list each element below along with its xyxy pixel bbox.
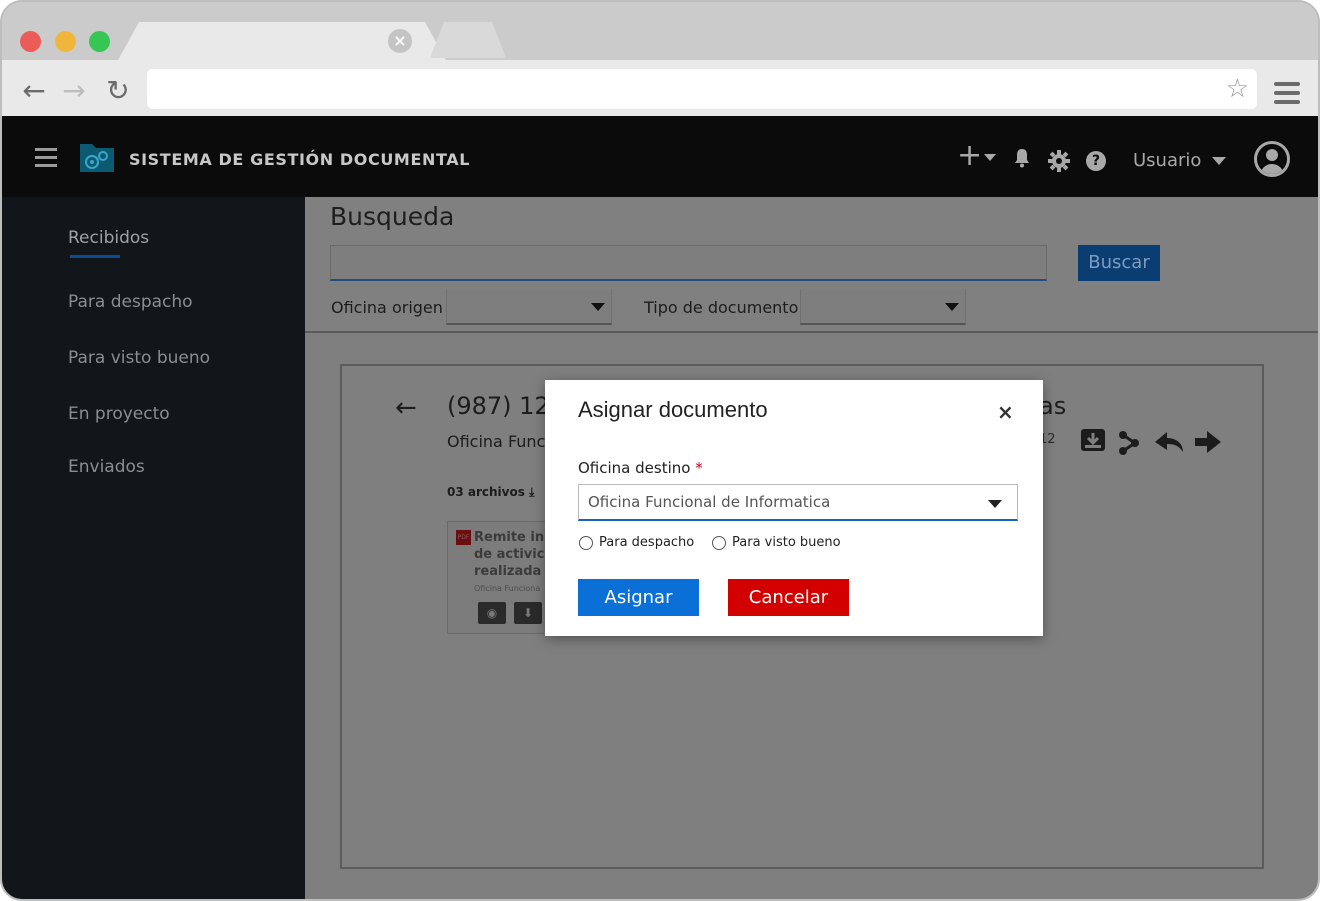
document-title: (987) 12: [447, 392, 550, 420]
active-tab-indicator: [70, 255, 120, 258]
forward-arrow-icon[interactable]: [1195, 431, 1221, 453]
user-menu-label[interactable]: Usuario: [1133, 150, 1201, 171]
chevron-down-icon: [945, 303, 959, 311]
archive-icon[interactable]: [1081, 429, 1105, 451]
chevron-down-icon: [988, 500, 1002, 508]
oficina-destino-value: Oficina Funcional de Informatica: [588, 493, 831, 511]
radio-label: Para despacho: [599, 535, 695, 550]
reload-icon[interactable]: ↻: [102, 75, 134, 107]
assign-document-modal: Asignar documento × Oficina destino * Of…: [545, 380, 1043, 636]
search-input[interactable]: [330, 245, 1047, 281]
minimize-window-button[interactable]: [55, 31, 76, 52]
oficina-origen-select[interactable]: [446, 289, 612, 325]
help-icon[interactable]: ?: [1086, 151, 1106, 171]
pdf-icon: PDF: [456, 530, 471, 545]
required-indicator: *: [695, 459, 703, 477]
cancel-button[interactable]: Cancelar: [728, 579, 849, 616]
document-title-tail: as: [1039, 392, 1067, 420]
browser-window: × ← → ↻ ☆ SISTEMA DE GESTIÓN DOCUMENTAL …: [0, 0, 1320, 901]
tab-bar: ×: [2, 2, 1318, 62]
sidebar: Recibidos Para despacho Para visto bueno…: [2, 197, 305, 899]
file-card[interactable]: PDF Remite in de activic realizada Ofici…: [447, 521, 547, 634]
search-panel: Busqueda Buscar Oficina origen Tipo de d…: [305, 197, 1318, 333]
sidebar-item-para-despacho[interactable]: Para despacho: [68, 292, 193, 312]
menu-icon[interactable]: [1274, 82, 1300, 109]
search-button[interactable]: Buscar: [1078, 245, 1160, 281]
files-count: 03 archivos ⤓: [447, 485, 534, 500]
forward-icon[interactable]: →: [58, 75, 90, 107]
document-office: Oficina Func: [447, 432, 546, 451]
document-actions: [1081, 429, 1221, 455]
browser-toolbar: ← → ↻ ☆: [2, 60, 1318, 116]
chevron-down-icon[interactable]: [1212, 157, 1226, 165]
download-icon[interactable]: ⤓: [529, 485, 534, 499]
download-icon[interactable]: ⬇: [514, 602, 542, 624]
radio-label: Para visto bueno: [732, 535, 841, 550]
back-arrow-icon[interactable]: ←: [395, 393, 417, 423]
avatar[interactable]: [1254, 141, 1290, 177]
close-icon[interactable]: ×: [997, 400, 1014, 424]
hamburger-menu-icon[interactable]: [35, 148, 57, 172]
files-count-label: 03 archivos: [447, 485, 525, 499]
radio-para-visto-bueno[interactable]: Para visto bueno: [712, 535, 841, 550]
sidebar-item-label: En proyecto: [68, 404, 170, 424]
oficina-destino-select[interactable]: Oficina Funcional de Informatica: [578, 484, 1018, 521]
sidebar-item-label: Enviados: [68, 457, 145, 477]
sidebar-item-en-proyecto[interactable]: En proyecto: [68, 404, 170, 424]
bell-icon[interactable]: [1014, 148, 1030, 168]
sidebar-item-enviados[interactable]: Enviados: [68, 457, 145, 477]
oficina-destino-label: Oficina destino *: [578, 459, 703, 477]
radio-circle[interactable]: [712, 535, 726, 550]
close-icon[interactable]: ×: [388, 29, 412, 53]
back-icon[interactable]: ←: [18, 75, 50, 107]
assign-button[interactable]: Asignar: [578, 579, 699, 616]
file-name: Remite in de activic realizada: [474, 530, 545, 579]
chevron-down-icon: [591, 303, 605, 311]
star-icon[interactable]: ☆: [1226, 73, 1249, 105]
radio-circle[interactable]: [579, 535, 593, 550]
gear-icon[interactable]: [1048, 150, 1070, 172]
field-label-text: Oficina destino: [578, 459, 691, 477]
plus-icon[interactable]: +: [957, 141, 982, 171]
sidebar-item-label: Para despacho: [68, 292, 193, 312]
close-window-button[interactable]: [20, 31, 41, 52]
filter-label-oficina-origen: Oficina origen: [331, 298, 443, 317]
radio-para-despacho[interactable]: Para despacho: [579, 535, 694, 550]
folder-gear-logo-icon: [80, 144, 114, 172]
app-header: SISTEMA DE GESTIÓN DOCUMENTAL + ? Usuari…: [2, 116, 1318, 197]
maximize-window-button[interactable]: [89, 31, 110, 52]
sidebar-item-label: Recibidos: [68, 228, 150, 248]
page-title: Busqueda: [330, 202, 455, 231]
file-office: Oficina Funciona: [474, 584, 541, 593]
reply-icon[interactable]: [1155, 432, 1183, 452]
share-icon[interactable]: [1119, 431, 1139, 455]
sidebar-item-label: Para visto bueno: [68, 348, 211, 368]
app-title: SISTEMA DE GESTIÓN DOCUMENTAL: [129, 150, 471, 169]
filter-label-tipo-documento: Tipo de documento: [644, 298, 799, 317]
eye-icon[interactable]: ◉: [478, 602, 506, 624]
browser-tab-new[interactable]: [430, 22, 506, 58]
sidebar-item-para-visto-bueno[interactable]: Para visto bueno: [68, 348, 210, 368]
modal-title: Asignar documento: [578, 397, 768, 422]
address-bar[interactable]: ☆: [147, 69, 1257, 109]
chevron-down-icon[interactable]: [984, 154, 996, 161]
tipo-documento-select[interactable]: [800, 289, 966, 325]
sidebar-item-recibidos[interactable]: Recibidos: [68, 228, 149, 248]
